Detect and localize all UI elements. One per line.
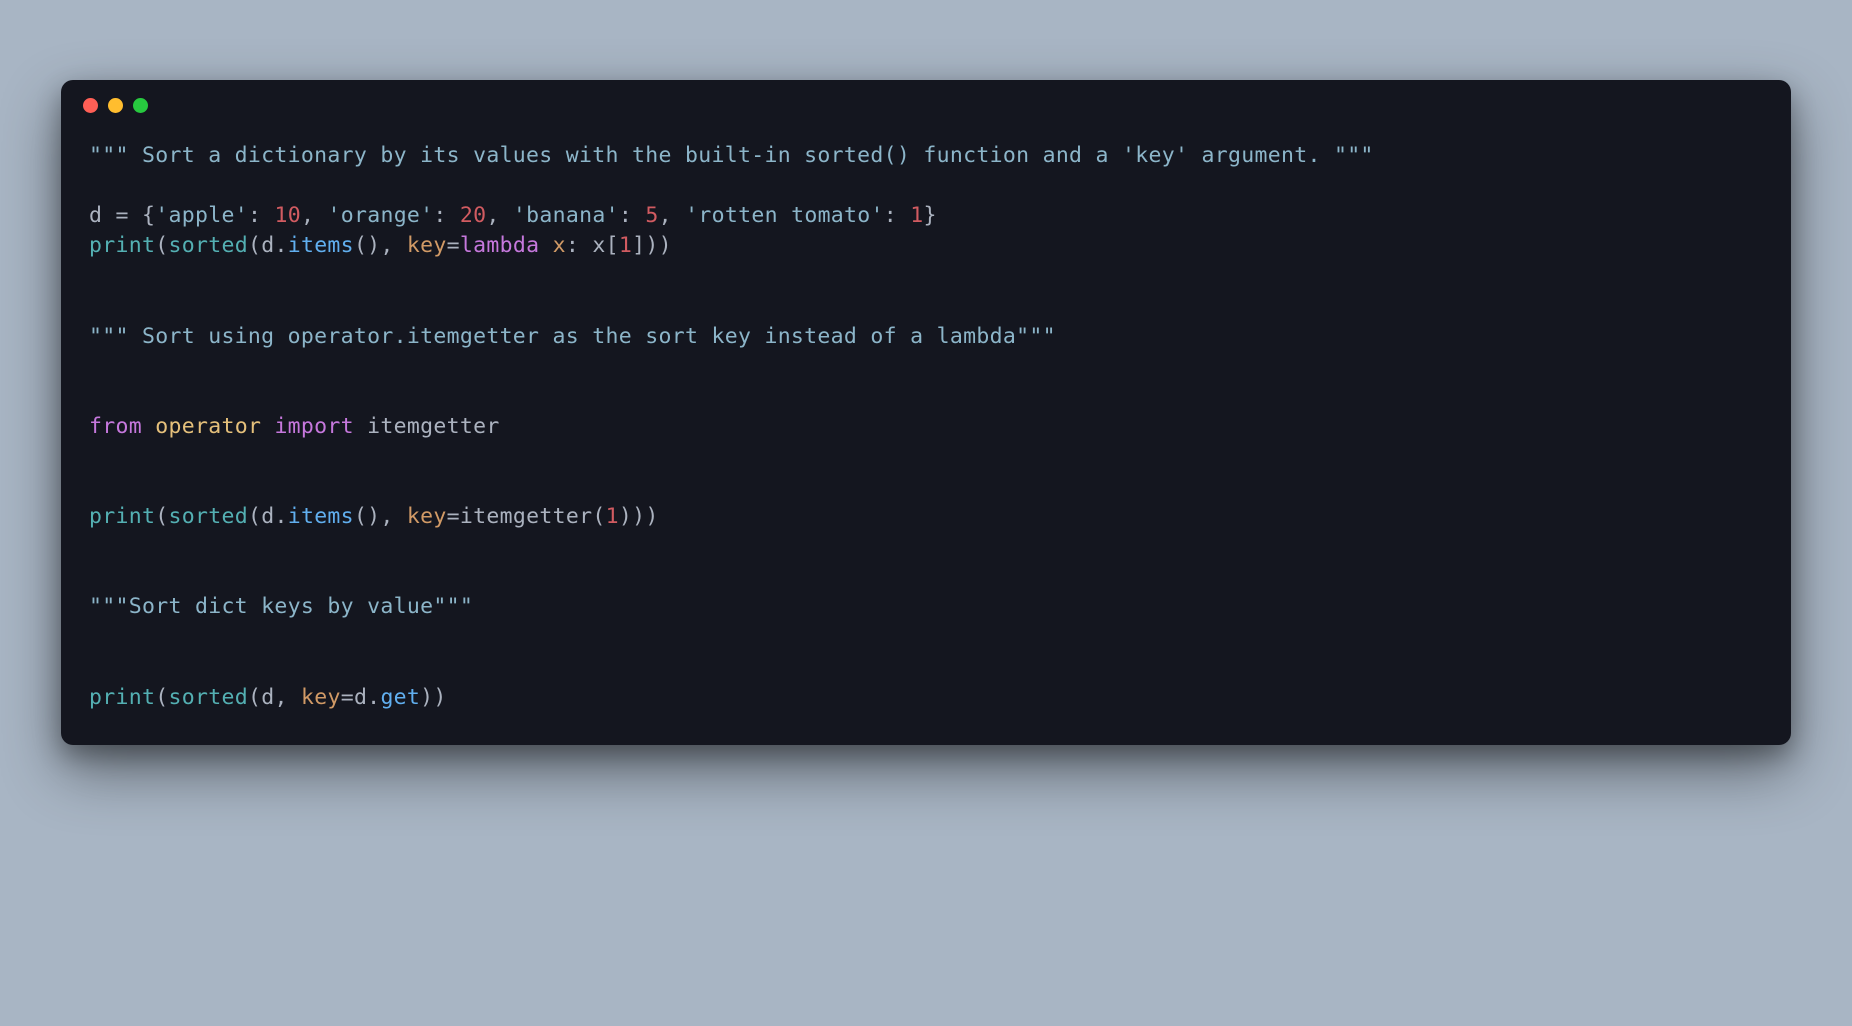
code-token: (), [354,233,407,258]
code-token: : [884,203,911,228]
code-token: print [89,685,155,710]
code-token: ( [155,504,168,529]
code-token: x [553,233,566,258]
code-token [261,414,274,439]
code-token: 1 [619,233,632,258]
code-token: ( [248,504,261,529]
docstring: """ Sort using operator.itemgetter as th… [89,324,1056,349]
code-window: """ Sort a dictionary by its values with… [61,80,1791,745]
code-token [142,414,155,439]
code-token: d [89,203,116,228]
code-token: key [407,504,447,529]
code-token: 'rotten tomato' [685,203,884,228]
code-token: ))) [619,504,659,529]
docstring: """Sort dict keys by value""" [89,594,473,619]
code-token: print [89,233,155,258]
code-token [354,414,367,439]
code-token: itemgetter [367,414,499,439]
code-token: ( [248,685,261,710]
window-titlebar [61,80,1791,123]
code-token: = [447,504,460,529]
code-token: key [407,233,447,258]
code-token: operator [155,414,261,439]
code-token: key [301,685,341,710]
code-token: itemgetter [460,504,592,529]
maximize-icon[interactable] [133,98,148,113]
minimize-icon[interactable] [108,98,123,113]
code-token: = [447,233,460,258]
code-token: 1 [910,203,923,228]
code-token: 'orange' [327,203,433,228]
code-token: } [924,203,937,228]
code-token: 1 [606,504,619,529]
code-token: ])) [632,233,672,258]
code-token: ( [592,504,605,529]
code-token: sorted [168,504,247,529]
code-token: : [566,233,593,258]
code-token: 'apple' [155,203,248,228]
code-token: : [248,203,275,228]
code-token: , [486,203,513,228]
code-token: import [274,414,353,439]
code-token: (), [354,504,407,529]
code-token: { [142,203,155,228]
code-token: 'banana' [513,203,619,228]
code-token: d [261,685,274,710]
docstring: """ Sort a dictionary by its values with… [89,143,1374,168]
code-token: d. [261,504,288,529]
code-token: ( [248,233,261,258]
code-token: x [592,233,605,258]
code-token: sorted [168,233,247,258]
code-token [129,203,142,228]
code-token: ( [155,233,168,258]
code-token: print [89,504,155,529]
code-token: 20 [460,203,487,228]
code-token: )) [420,685,447,710]
code-token: from [89,414,142,439]
code-token: , [301,203,328,228]
code-token: [ [606,233,619,258]
code-token: d. [261,233,288,258]
code-token: d. [354,685,381,710]
code-token: items [288,233,354,258]
code-token: sorted [168,685,247,710]
close-icon[interactable] [83,98,98,113]
code-token: 5 [645,203,658,228]
code-token: : [433,203,460,228]
code-token: items [288,504,354,529]
code-token: = [116,203,129,228]
code-editor[interactable]: """ Sort a dictionary by its values with… [61,123,1791,745]
code-token: 10 [274,203,301,228]
code-token: lambda [460,233,539,258]
code-token: , [659,203,686,228]
code-token [539,233,552,258]
code-token: , [274,685,301,710]
code-token: = [341,685,354,710]
code-token: get [380,685,420,710]
code-token: : [619,203,646,228]
code-token: ( [155,685,168,710]
